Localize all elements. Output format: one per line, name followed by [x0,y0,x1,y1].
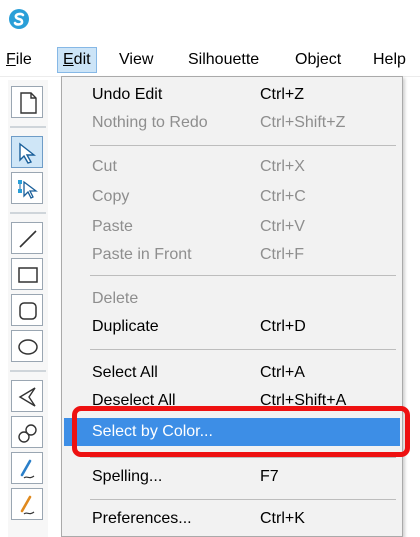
menu-item-select-all[interactable]: Select All Ctrl+A [64,359,400,387]
menu-item-shortcut: Ctrl+Shift+A [260,392,347,409]
menu-file[interactable]: File [1,47,37,73]
menu-item-shortcut: Ctrl+D [260,318,306,335]
rectangle-tool[interactable] [11,258,43,290]
menu-item-label: Select All [92,364,158,381]
smooth-freehand-tool[interactable] [11,488,43,520]
menu-separator [90,349,396,350]
line-tool[interactable] [11,222,43,254]
menu-item-label: Deselect All [92,392,176,409]
menu-item-shortcut: Ctrl+A [260,364,305,381]
menu-item-paste-in-front[interactable]: Paste in Front Ctrl+F [64,241,400,269]
new-page-tool[interactable] [11,86,43,118]
menu-item-label: Select by Color... [92,423,213,440]
menu-separator [90,275,396,276]
menu-item-spelling[interactable]: Spelling... F7 [64,463,400,491]
title-bar [0,0,420,40]
menu-silhouette[interactable]: Silhouette [183,47,264,73]
menu-item-deselect-all[interactable]: Deselect All Ctrl+Shift+A [64,387,400,415]
menu-item-label: Delete [92,290,139,307]
ellipse-tool-icon [18,339,38,355]
menu-item-preferences[interactable]: Preferences... Ctrl+K [64,505,400,533]
menu-item-label: Paste in Front [92,246,192,263]
menu-item-shortcut: F7 [260,468,279,485]
menu-separator [90,499,396,500]
line-tool-icon [19,230,37,248]
curve-tool-icon [18,424,37,443]
freehand-tool-icon [20,459,35,479]
silhouette-logo-icon [9,9,29,29]
smooth-freehand-tool-icon [20,495,35,515]
toolbar-divider [10,126,46,128]
toolbar-divider [10,212,46,214]
point-edit-tool[interactable] [11,172,43,204]
menu-item-shortcut: Ctrl+X [260,158,305,175]
menu-item-label: Preferences... [92,510,192,527]
menu-item-shortcut: Ctrl+V [260,218,305,235]
menu-item-redo[interactable]: Nothing to Redo Ctrl+Shift+Z [64,109,400,137]
menu-item-label: Duplicate [92,318,159,335]
menu-separator [90,457,396,458]
freehand-tool[interactable] [11,452,43,484]
menu-separator [90,145,396,146]
menu-object[interactable]: Object [290,47,346,73]
menu-item-label: Spelling... [92,468,163,485]
polygon-tool[interactable] [11,380,43,412]
menu-item-shortcut: Ctrl+Shift+Z [260,114,346,131]
menu-bar: File Edit View Silhouette Object Help [0,44,420,77]
menu-item-copy[interactable]: Copy Ctrl+C [64,183,400,211]
tool-palette [8,80,48,537]
select-tool[interactable] [11,136,43,168]
toolbar-divider [10,370,46,372]
menu-item-label: Cut [92,158,117,175]
ellipse-tool[interactable] [11,330,43,362]
rectangle-tool-icon [18,267,38,283]
menu-item-shortcut: Ctrl+F [260,246,304,263]
menu-item-label: Undo Edit [92,86,163,103]
menu-item-undo-edit[interactable]: Undo Edit Ctrl+Z [64,81,400,109]
menu-help[interactable]: Help [368,47,420,73]
menu-item-shortcut: Ctrl+Z [260,86,304,103]
menu-item-label: Paste [92,218,133,235]
rounded-rectangle-tool[interactable] [11,294,43,326]
new-page-icon [20,92,37,114]
polygon-tool-icon [18,387,36,407]
rounded-rectangle-tool-icon [19,302,37,320]
point-edit-icon [18,180,38,199]
menu-item-select-by-color[interactable]: Select by Color... [64,418,400,446]
curve-tool[interactable] [11,416,43,448]
menu-item-shortcut: Ctrl+K [260,510,305,527]
menu-item-delete[interactable]: Delete [64,285,400,313]
menu-item-label: Nothing to Redo [92,114,208,131]
edit-dropdown-menu: Undo Edit Ctrl+Z Nothing to Redo Ctrl+Sh… [61,76,403,537]
menu-item-paste[interactable]: Paste Ctrl+V [64,213,400,241]
select-arrow-icon [19,142,37,164]
menu-item-shortcut: Ctrl+C [260,188,306,205]
menu-item-label: Copy [92,188,130,205]
menu-item-duplicate[interactable]: Duplicate Ctrl+D [64,313,400,341]
menu-edit[interactable]: Edit [57,47,97,73]
menu-item-cut[interactable]: Cut Ctrl+X [64,153,400,181]
menu-view[interactable]: View [114,47,158,73]
